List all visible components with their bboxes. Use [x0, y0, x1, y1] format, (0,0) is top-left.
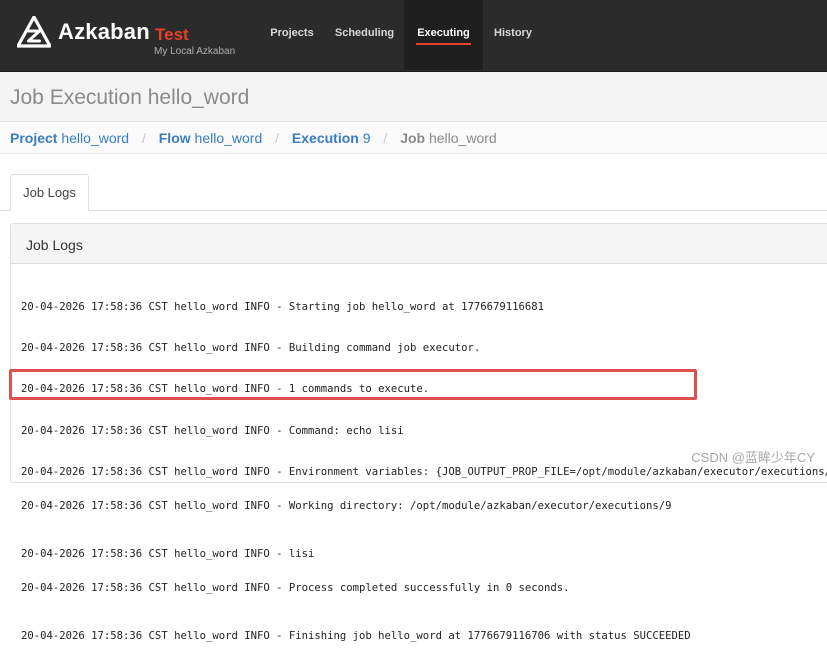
- breadcrumb-flow-value: hello_word: [194, 130, 263, 146]
- breadcrumb-flow-link[interactable]: Flow hello_word: [159, 130, 263, 146]
- page-title: Job Execution hello_word: [10, 86, 250, 109]
- top-navbar: Azkaban Test My Local Azkaban Projects S…: [0, 0, 827, 72]
- log-line-highlighted: 20-04-2026 17:58:36 CST hello_word INFO …: [21, 547, 315, 560]
- log-line: 20-04-2026 17:58:36 CST hello_word INFO …: [21, 500, 672, 512]
- nav-projects[interactable]: Projects: [259, 0, 325, 70]
- log-line: 20-04-2026 17:58:36 CST hello_word INFO …: [21, 583, 570, 595]
- breadcrumb-execution-link[interactable]: Execution 9: [292, 130, 371, 146]
- log-output[interactable]: 20-04-2026 17:58:36 CST hello_word INFO …: [11, 264, 827, 669]
- azkaban-logo-icon: [17, 16, 51, 48]
- nav-scheduling[interactable]: Scheduling: [329, 0, 400, 70]
- breadcrumb-execution: Execution 9: [292, 130, 371, 146]
- active-nav-indicator: [416, 43, 471, 45]
- breadcrumb-flow: Flow hello_word: [159, 130, 263, 146]
- breadcrumb-separator: /: [141, 130, 146, 146]
- log-line: 20-04-2026 17:58:36 CST hello_word INFO …: [21, 465, 827, 478]
- nav-executing-label: Executing: [417, 27, 470, 39]
- log-line: 20-04-2026 17:58:36 CST hello_word INFO …: [21, 301, 544, 313]
- log-line: 20-04-2026 17:58:36 CST hello_word INFO …: [21, 383, 430, 396]
- breadcrumb-project-value: hello_word: [61, 130, 130, 146]
- breadcrumb-job-value: hello_word: [428, 130, 497, 146]
- log-line: 20-04-2026 17:58:36 CST hello_word INFO …: [21, 630, 691, 643]
- watermark-text: CSDN @蓝眸少年CY: [691, 450, 815, 465]
- breadcrumb-job-label: Job: [400, 130, 426, 146]
- nav-executing[interactable]: Executing: [404, 0, 483, 70]
- breadcrumb-execution-value: 9: [362, 130, 371, 146]
- breadcrumb-execution-label: Execution: [291, 130, 359, 146]
- nav-history[interactable]: History: [487, 0, 539, 70]
- panel-heading: Job Logs: [11, 224, 827, 264]
- job-logs-panel: Job Logs 20-04-2026 17:58:36 CST hello_w…: [10, 223, 827, 642]
- brand-name[interactable]: Azkaban: [58, 19, 150, 45]
- breadcrumb-project: Project hello_word: [10, 130, 129, 146]
- log-line: 20-04-2026 17:58:36 CST hello_word INFO …: [21, 424, 404, 437]
- tab-bar: Job Logs: [0, 154, 827, 211]
- tab-job-logs-label: Job Logs: [23, 185, 76, 200]
- breadcrumb-job: Job hello_word: [400, 130, 497, 146]
- page-header: Job Execution hello_word: [0, 72, 827, 122]
- breadcrumb-flow-label: Flow: [158, 130, 191, 146]
- nav-history-label: History: [494, 27, 532, 39]
- breadcrumb-project-link[interactable]: Project hello_word: [10, 130, 129, 146]
- log-line: 20-04-2026 17:58:36 CST hello_word INFO …: [21, 342, 481, 355]
- breadcrumb-project-label: Project: [10, 130, 58, 146]
- breadcrumb-separator: /: [383, 130, 388, 146]
- breadcrumb: Project hello_word / Flow hello_word / E…: [0, 122, 827, 154]
- nav-scheduling-label: Scheduling: [334, 27, 395, 39]
- nav-projects-label: Projects: [270, 27, 314, 39]
- panel-title: Job Logs: [26, 237, 83, 253]
- tab-job-logs[interactable]: Job Logs: [10, 174, 89, 211]
- breadcrumb-separator: /: [275, 130, 280, 146]
- brand-environment: Test: [155, 25, 189, 44]
- brand-subtitle: My Local Azkaban: [154, 46, 236, 57]
